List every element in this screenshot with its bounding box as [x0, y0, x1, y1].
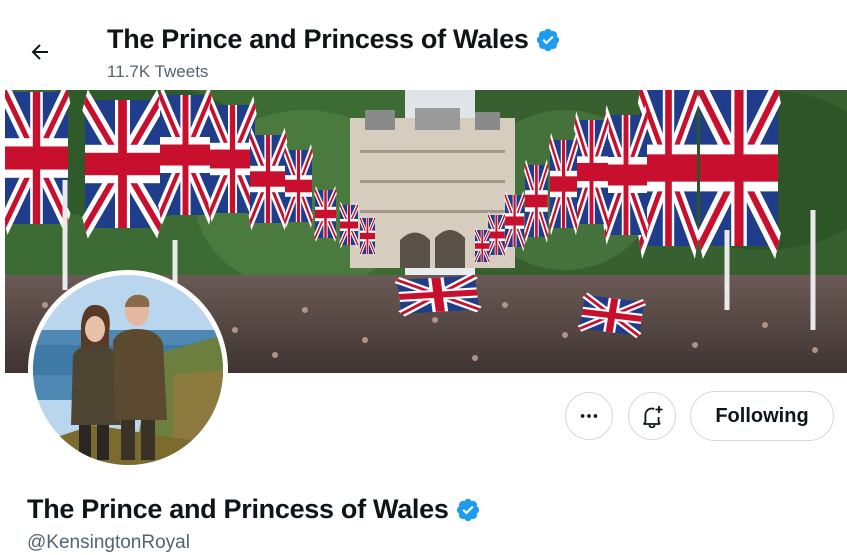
more-button[interactable] [565, 392, 613, 440]
profile-avatar[interactable] [28, 270, 228, 470]
verified-badge-icon [536, 28, 559, 51]
bell-plus-icon [643, 406, 663, 428]
avatar-photo [33, 275, 223, 465]
profile-handle: @KensingtonRoyal [27, 532, 190, 553]
profile-name-row: The Prince and Princess of Wales [27, 494, 481, 525]
back-button[interactable] [22, 34, 58, 70]
profile-header: The Prince and Princess of Wales 11.7K T… [0, 0, 847, 88]
more-horizontal-icon [580, 414, 598, 418]
profile-name: The Prince and Princess of Wales [27, 494, 449, 524]
notifications-button[interactable] [628, 392, 676, 440]
verified-badge-icon [456, 498, 479, 521]
header-title: The Prince and Princess of Wales [107, 24, 529, 54]
following-button[interactable]: Following [690, 391, 834, 441]
header-title-row: The Prince and Princess of Wales [107, 24, 561, 55]
arrow-left-icon [31, 44, 48, 60]
tweet-count: 11.7K Tweets [107, 62, 209, 81]
